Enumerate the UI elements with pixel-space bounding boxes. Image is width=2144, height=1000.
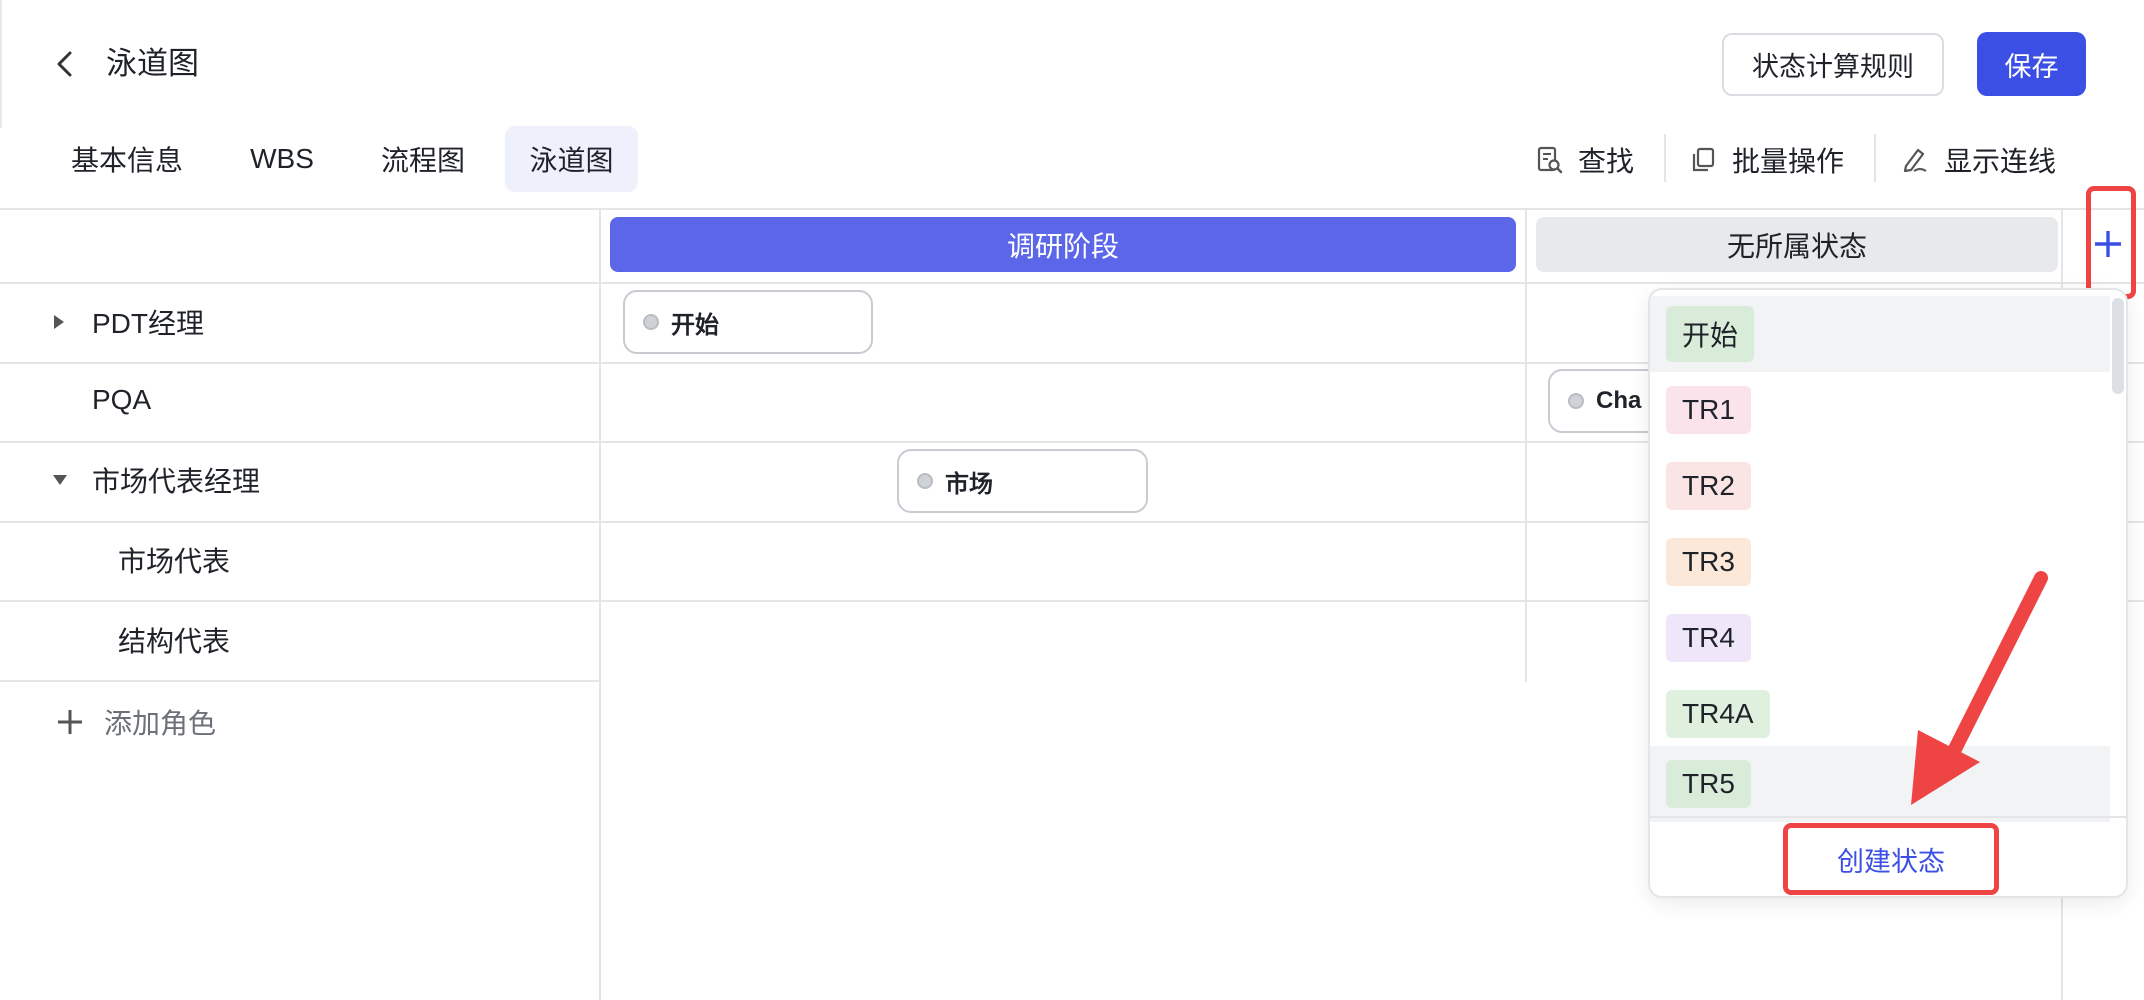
dropdown-scrollbar[interactable] [2112, 298, 2124, 394]
annotation-box [1783, 823, 1999, 895]
toolbar-divider [1874, 134, 1876, 182]
node-label: 开始 [671, 311, 719, 339]
plus-icon [58, 710, 82, 734]
role-label: 结构代表 [118, 626, 231, 657]
add-role-label: 添加角色 [104, 708, 217, 739]
role-label: PQA [92, 384, 152, 415]
flow-node-start[interactable]: 开始 [623, 290, 873, 354]
collapse-down-icon[interactable] [52, 473, 68, 487]
role-row-market-rep[interactable]: 市场代表 [118, 538, 230, 582]
grid-line [1525, 208, 1527, 682]
status-dot-icon [1568, 393, 1584, 409]
role-label: 市场代表 [118, 546, 231, 577]
copy-icon [1692, 147, 1715, 172]
status-dot-icon [643, 314, 659, 330]
status-option[interactable]: TR1 [1650, 372, 2110, 448]
dropdown-divider [1650, 816, 2126, 818]
status-tag: TR4A [1666, 690, 1770, 738]
show-lines-tool[interactable]: 显示连线 [1900, 138, 2056, 182]
find-tool[interactable]: 查找 [1534, 138, 1634, 182]
annotation-box [2086, 186, 2136, 299]
status-rules-button[interactable]: 状态计算规则 [1722, 33, 1944, 96]
node-label: Cha [1596, 387, 1642, 414]
grid-line [599, 208, 601, 1000]
status-dot-icon [917, 473, 933, 489]
toolbar-divider [1664, 134, 1666, 182]
lane-header-unassigned[interactable]: 无所属状态 [1536, 217, 2058, 272]
node-label: 市场 [945, 470, 993, 498]
role-label: 市场代表经理 [92, 466, 261, 497]
tab-swimlane[interactable]: 泳道图 [505, 126, 638, 192]
grid-line [0, 208, 2144, 210]
window-edge [0, 0, 2, 128]
status-option[interactable]: 开始 [1650, 296, 2110, 372]
annotation-arrow-icon [1911, 571, 2048, 805]
status-tag: TR1 [1666, 386, 1751, 434]
show-lines-label: 显示连线 [1944, 146, 2057, 177]
role-label: PDT经理 [92, 308, 205, 339]
status-option[interactable]: TR2 [1650, 448, 2110, 524]
add-role-button[interactable]: 添加角色 [56, 700, 216, 744]
status-tag: 开始 [1666, 306, 1755, 362]
status-tag: TR4 [1666, 614, 1751, 662]
status-tag: TR5 [1666, 760, 1751, 808]
status-dropdown: 开始 TR1 TR2 TR3 TR4 TR4A TR5 [1648, 288, 2128, 898]
batch-operation-tool[interactable]: 批量操作 [1688, 138, 1844, 182]
document-search-icon [1537, 146, 1563, 174]
back-arrow-icon[interactable] [50, 44, 80, 84]
flow-node-market[interactable]: 市场 [897, 449, 1148, 513]
status-tag: TR2 [1666, 462, 1751, 510]
expand-right-icon[interactable] [52, 314, 66, 330]
role-row-pdt-manager[interactable]: PDT经理 [52, 300, 204, 344]
save-button[interactable]: 保存 [1977, 32, 2086, 96]
tab-basic-info[interactable]: 基本信息 [48, 126, 206, 192]
lane-header-research-phase[interactable]: 调研阶段 [610, 217, 1516, 272]
tab-wbs[interactable]: WBS [232, 126, 332, 192]
pen-icon [1903, 148, 1927, 173]
batch-operation-label: 批量操作 [1732, 146, 1845, 177]
role-row-structure-rep[interactable]: 结构代表 [118, 618, 230, 662]
grid-line [0, 282, 2144, 284]
page-title: 泳道图 [106, 46, 199, 81]
role-row-pqa[interactable]: PQA [92, 378, 151, 422]
find-label: 查找 [1578, 146, 1635, 177]
tab-flowchart[interactable]: 流程图 [360, 126, 486, 192]
grid-line [0, 680, 600, 682]
role-row-market-manager[interactable]: 市场代表经理 [52, 458, 260, 502]
status-tag: TR3 [1666, 538, 1751, 586]
